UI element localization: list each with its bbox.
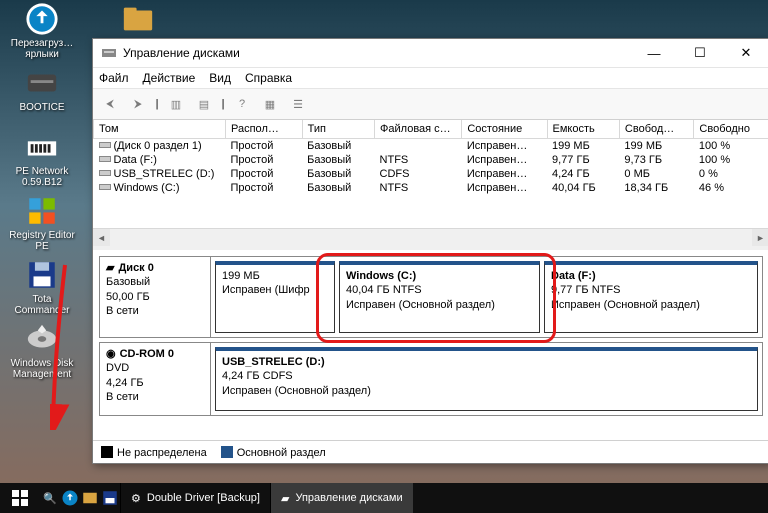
start-button[interactable] <box>0 483 40 513</box>
taskbar-item-diskmgmt[interactable]: ▰ Управление дисками <box>270 483 413 513</box>
taskbar-pin-1[interactable] <box>60 483 80 513</box>
cdrom-row[interactable]: ◉CD-ROM 0 DVD 4,24 ГБ В сети USB_STRELEC… <box>99 342 763 416</box>
window-title: Управление дисками <box>123 46 631 60</box>
cdrom-header: ◉CD-ROM 0 DVD 4,24 ГБ В сети <box>100 343 211 415</box>
toolbar-list[interactable]: ☰ <box>285 91 311 117</box>
legend-swatch-primary <box>221 446 233 458</box>
table-row[interactable]: (Диск 0 раздел 1)ПростойБазовыйИсправен…… <box>94 139 768 154</box>
menu-help[interactable]: Справка <box>245 71 292 85</box>
col-layout[interactable]: Распол… <box>226 120 303 139</box>
registry-icon <box>25 194 59 228</box>
volumes-table: Том Распол… Тип Файловая с… Состояние Ем… <box>93 120 768 195</box>
volume-list: Том Распол… Тип Файловая с… Состояние Ем… <box>93 120 768 250</box>
menu-file[interactable]: Файл <box>99 71 129 85</box>
diskmgmt-window: Управление дисками — ☐ ✕ Файл Действие В… <box>92 38 768 464</box>
driver-icon: ⚙ <box>131 492 141 505</box>
disk-mgr-icon <box>25 322 59 356</box>
desktop-icon-penetwork[interactable]: PE Network 0.59.B12 <box>4 130 80 192</box>
taskbar-pin-3[interactable] <box>100 483 120 513</box>
floppy-icon <box>25 258 59 292</box>
close-button[interactable]: ✕ <box>723 39 768 67</box>
menu-action[interactable]: Действие <box>143 71 196 85</box>
table-row[interactable]: USB_STRELEC (D:)ПростойБазовыйCDFSИсправ… <box>94 167 768 181</box>
toolbar-panel-1[interactable]: ▥ <box>163 91 189 117</box>
volume-icon <box>99 140 111 150</box>
cdrom-partition[interactable]: USB_STRELEC (D:) 4,24 ГБ CDFS Исправен (… <box>215 347 758 411</box>
toolbar-fwd[interactable]: ⮞ <box>125 91 151 117</box>
desktop-icons: Перезагруз… ярлыки BOOTICE PE Network 0.… <box>4 2 84 384</box>
taskbar-pin-2[interactable] <box>80 483 100 513</box>
col-status[interactable]: Состояние <box>462 120 547 139</box>
graphical-view: ▰Диск 0 Базовый 50,00 ГБ В сети 199 МБ И… <box>93 250 768 440</box>
menubar: Файл Действие Вид Справка <box>93 68 768 89</box>
toolbar-back[interactable]: ⮜ <box>97 91 123 117</box>
horizontal-scrollbar[interactable]: ◄► <box>93 228 768 246</box>
toolbar-help[interactable]: ? <box>229 91 255 117</box>
legend-swatch-unalloc <box>101 446 113 458</box>
disk0-partition-windows[interactable]: Windows (C:) 40,04 ГБ NTFS Исправен (Осн… <box>339 261 540 333</box>
refresh-icon <box>25 2 59 36</box>
desktop-icon-diskmgmt[interactable]: Windows Disk Management <box>4 322 80 384</box>
disk-icon: ▰ <box>106 261 114 275</box>
desktop-icon-bootice[interactable]: BOOTICE <box>4 66 80 128</box>
col-volume[interactable]: Том <box>94 120 226 139</box>
folder-icon <box>121 2 155 36</box>
desktop-icon-regedit[interactable]: Registry Editor PE <box>4 194 80 256</box>
table-row[interactable]: Windows (C:)ПростойБазовыйNTFSИсправен…4… <box>94 181 768 195</box>
content: Том Распол… Тип Файловая с… Состояние Ем… <box>93 120 768 463</box>
minimize-button[interactable]: — <box>631 39 677 67</box>
col-type[interactable]: Тип <box>302 120 374 139</box>
taskbar-search-icon[interactable]: 🔍 <box>40 483 60 513</box>
toolbar-panel-2[interactable]: ▤ <box>191 91 217 117</box>
col-pct[interactable]: Свободно <box>694 120 768 139</box>
network-icon <box>25 130 59 164</box>
col-fs[interactable]: Файловая с… <box>375 120 462 139</box>
disk0-partition-1[interactable]: 199 МБ Исправен (Шифр <box>215 261 335 333</box>
disk-0-header: ▰Диск 0 Базовый 50,00 ГБ В сети <box>100 257 211 337</box>
volume-icon <box>99 168 111 178</box>
taskbar-item-driver[interactable]: ⚙ Double Driver [Backup] <box>120 483 270 513</box>
titlebar[interactable]: Управление дисками — ☐ ✕ <box>93 39 768 68</box>
desktop-icon-reboot[interactable]: Перезагруз… ярлыки <box>4 2 80 64</box>
legend: Не распределена Основной раздел <box>93 440 768 463</box>
col-cap[interactable]: Емкость <box>547 120 619 139</box>
toolbar-settings[interactable]: ▦ <box>257 91 283 117</box>
table-row[interactable]: Data (F:)ПростойБазовыйNTFSИсправен…9,77… <box>94 153 768 167</box>
volume-icon <box>99 182 111 192</box>
col-free[interactable]: Свобод… <box>619 120 694 139</box>
disk0-partition-data[interactable]: Data (F:) 9,77 ГБ NTFS Исправен (Основно… <box>544 261 758 333</box>
app-icon <box>101 45 117 61</box>
disk-0-row[interactable]: ▰Диск 0 Базовый 50,00 ГБ В сети 199 МБ И… <box>99 256 763 338</box>
table-header-row: Том Распол… Тип Файловая с… Состояние Ем… <box>94 120 768 139</box>
desktop-icon-totalcmd[interactable]: Tota Commander <box>4 258 80 320</box>
menu-view[interactable]: Вид <box>209 71 231 85</box>
bootice-icon <box>25 66 59 100</box>
diskmgmt-task-icon: ▰ <box>281 492 289 505</box>
taskbar: 🔍 ⚙ Double Driver [Backup] ▰ Управление … <box>0 483 768 513</box>
toolbar: ⮜ ⮞ | ▥ ▤ | ? ▦ ☰ <box>93 89 768 120</box>
desktop: Перезагруз… ярлыки BOOTICE PE Network 0.… <box>0 0 768 513</box>
volume-icon <box>99 154 111 164</box>
cdrom-icon: ◉ <box>106 347 116 361</box>
maximize-button[interactable]: ☐ <box>677 39 723 67</box>
